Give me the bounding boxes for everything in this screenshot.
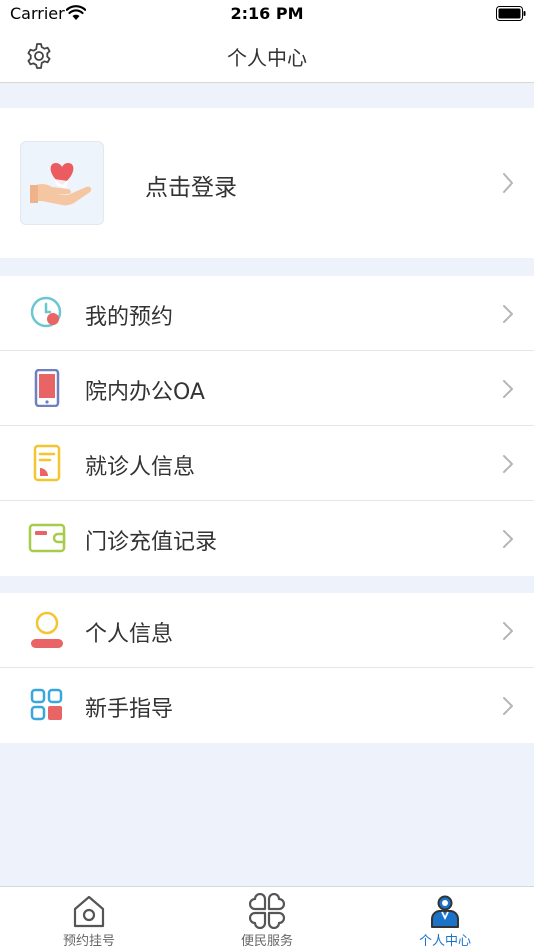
menu-group-profile: 个人信息 新手指导 [0, 593, 534, 743]
menu-item-oa[interactable]: 院内办公OA [0, 351, 534, 426]
chevron-right-icon [503, 305, 513, 323]
status-time: 2:16 PM [230, 4, 304, 23]
clover-icon [249, 893, 285, 929]
chevron-right-icon [503, 455, 513, 473]
menu-item-label: 个人信息 [85, 622, 174, 647]
menu-item-label: 我的预约 [85, 305, 174, 330]
menu-item-recharge[interactable]: 门诊充值记录 [0, 501, 534, 576]
menu-group-services: 我的预约 院内办公OA 就诊人信息 门诊充值记录 [0, 276, 534, 576]
tab-appointments[interactable]: 预约挂号 [0, 887, 178, 950]
menu-item-personal-info[interactable]: 个人信息 [0, 593, 534, 668]
menu-item-label: 门诊充值记录 [85, 530, 218, 555]
page-title: 个人中心 [227, 46, 307, 70]
nav-bar: 个人中心 [0, 28, 534, 83]
tab-label: 个人中心 [418, 934, 471, 949]
battery-icon [496, 6, 526, 21]
menu-item-label: 院内办公OA [85, 380, 205, 405]
document-icon [28, 444, 66, 482]
menu-item-label: 就诊人信息 [85, 455, 196, 480]
menu-item-label: 新手指导 [85, 697, 174, 722]
login-label: 点击登录 [145, 175, 237, 201]
phone-icon [28, 369, 66, 407]
tab-bar: 预约挂号 便民服务 个人中心 [0, 886, 534, 950]
status-bar: Carrier 2:16 PM [0, 0, 534, 28]
tab-label: 预约挂号 [62, 934, 115, 949]
heart-hand-icon [30, 163, 92, 206]
menu-item-guide[interactable]: 新手指导 [0, 668, 534, 743]
menu-item-patients[interactable]: 就诊人信息 [0, 426, 534, 501]
chevron-right-icon [503, 697, 513, 715]
chevron-right-icon [503, 622, 513, 640]
grid-icon [28, 686, 66, 724]
home-icon [73, 895, 105, 928]
chevron-right-icon [503, 380, 513, 398]
clock-icon [28, 294, 66, 332]
person-icon [28, 611, 66, 649]
login-card[interactable]: 点击登录 [0, 108, 534, 258]
avatar [20, 141, 104, 225]
user-icon [431, 895, 459, 928]
chevron-right-icon [503, 173, 513, 193]
tab-label: 便民服务 [240, 934, 293, 949]
chevron-right-icon [503, 530, 513, 548]
tab-profile[interactable]: 个人中心 [356, 887, 534, 950]
card-icon [28, 519, 66, 557]
tab-services[interactable]: 便民服务 [178, 887, 356, 950]
menu-item-appointments[interactable]: 我的预约 [0, 276, 534, 351]
